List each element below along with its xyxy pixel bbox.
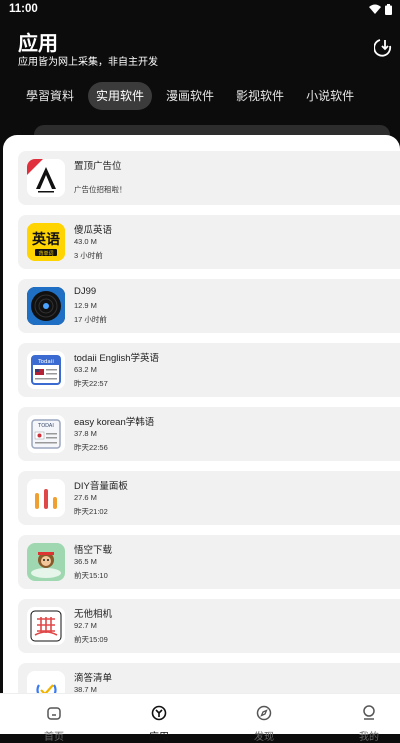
app-updated: 昨天22:57 (74, 379, 108, 388)
todaii-korean-icon: TODAI (27, 415, 65, 453)
app-name: 悟空下载 (74, 545, 113, 556)
app-size: 27.6 M (74, 493, 97, 502)
tab-video-apps[interactable]: 影视软件 (228, 82, 292, 110)
tab-comic-apps[interactable]: 漫画软件 (158, 82, 222, 110)
camera-grid-icon (27, 607, 65, 645)
volume-bars-icon (27, 479, 65, 517)
home-icon (47, 707, 61, 720)
vinyl-record-icon (27, 287, 65, 325)
list-item[interactable]: TODAI easy korean学韩语 37.8 M 昨天22:56 (18, 407, 400, 461)
list-item[interactable]: DIY音量面板 27.6 M 昨天21:02 (18, 471, 400, 525)
battery-icon (385, 4, 392, 15)
list-item[interactable]: Todaii todaii English学英语 63.2 M 昨天22:57 (18, 343, 400, 397)
download-icon[interactable] (374, 38, 392, 58)
app-size: 63.2 M (74, 365, 97, 374)
list-item[interactable]: 英语 背单词 傻瓜英语 43.0 M 3 小时前 (18, 215, 400, 269)
tab-novel-apps[interactable]: 小说软件 (298, 82, 362, 110)
nav-apps-label: 应用 (149, 732, 169, 743)
tab-study-materials[interactable]: 學習資料 (18, 82, 82, 110)
bottom-navigation: 首页 应用 发现 我的 (0, 693, 400, 743)
app-name: DIY音量面板 (74, 481, 128, 492)
nav-discover[interactable]: 发现 (234, 694, 294, 743)
page-subtitle: 应用皆为网上采集，非自主开发 (18, 57, 158, 68)
todaii-english-icon: Todaii (27, 351, 65, 389)
app-name: 无他相机 (74, 609, 113, 620)
app-name: todaii English学英语 (74, 353, 160, 364)
nav-apps[interactable]: 应用 (129, 694, 189, 743)
english-icon-text: 英语 (31, 231, 60, 248)
app-updated: 前天15:10 (74, 571, 108, 580)
ad-card[interactable]: 置顶广告位 广告位招租啦！ (18, 151, 400, 205)
ad-title: 置顶广告位 (74, 161, 122, 172)
nav-discover-label: 发现 (254, 732, 274, 743)
status-time: 11:00 (9, 3, 38, 15)
nav-home[interactable]: 首页 (24, 694, 84, 743)
status-bar: 11:00 (0, 0, 400, 20)
list-item[interactable]: 悟空下载 36.5 M 前天15:10 (18, 535, 400, 589)
ad-subtitle: 广告位招租啦！ (74, 185, 127, 194)
nav-home-label: 首页 (44, 732, 64, 743)
app-updated: 3 小时前 (74, 251, 103, 260)
app-size: 92.7 M (74, 621, 97, 630)
compass-icon (256, 705, 272, 721)
tab-utility-apps[interactable]: 实用软件 (88, 82, 153, 110)
app-name: DJ99 (74, 286, 97, 297)
wifi-icon (369, 4, 381, 14)
app-size: 36.5 M (74, 557, 97, 566)
app-name: 滴答清单 (74, 673, 113, 684)
list-item[interactable]: 无他相机 92.7 M 前天15:09 (18, 599, 400, 653)
ad-logo (27, 159, 65, 197)
app-size: 43.0 M (74, 237, 97, 246)
english-icon-subtext: 背单词 (38, 250, 53, 257)
app-updated: 前天15:09 (74, 635, 108, 644)
category-tabs: 學習資料 实用软件 漫画软件 影视软件 小说软件 (18, 82, 362, 110)
nav-profile-label: 我的 (359, 732, 379, 743)
ad-logo-icon (27, 159, 65, 197)
app-updated: 昨天21:02 (74, 507, 108, 516)
nav-profile[interactable]: 我的 (339, 694, 399, 743)
todaii-icon-text: Todaii (37, 359, 54, 365)
apps-icon (151, 705, 167, 721)
app-updated: 17 小时前 (74, 315, 107, 324)
todai-icon-text: TODAI (37, 423, 54, 429)
wukong-icon (27, 543, 65, 581)
list-item[interactable]: DJ99 12.9 M 17 小时前 (18, 279, 400, 333)
profile-icon (363, 705, 375, 720)
english-app-icon: 英语 背单词 (27, 223, 65, 261)
app-size: 37.8 M (74, 429, 97, 438)
app-name: 傻瓜英语 (74, 225, 113, 236)
app-size: 12.9 M (74, 301, 97, 310)
app-list-sheet: 置顶广告位 广告位招租啦！ 英语 背单词 傻瓜英语 43.0 M 3 小时前 D… (3, 135, 400, 733)
page-title: 应用 (18, 33, 58, 55)
app-name: easy korean学韩语 (74, 417, 155, 428)
app-updated: 昨天22:56 (74, 443, 108, 452)
